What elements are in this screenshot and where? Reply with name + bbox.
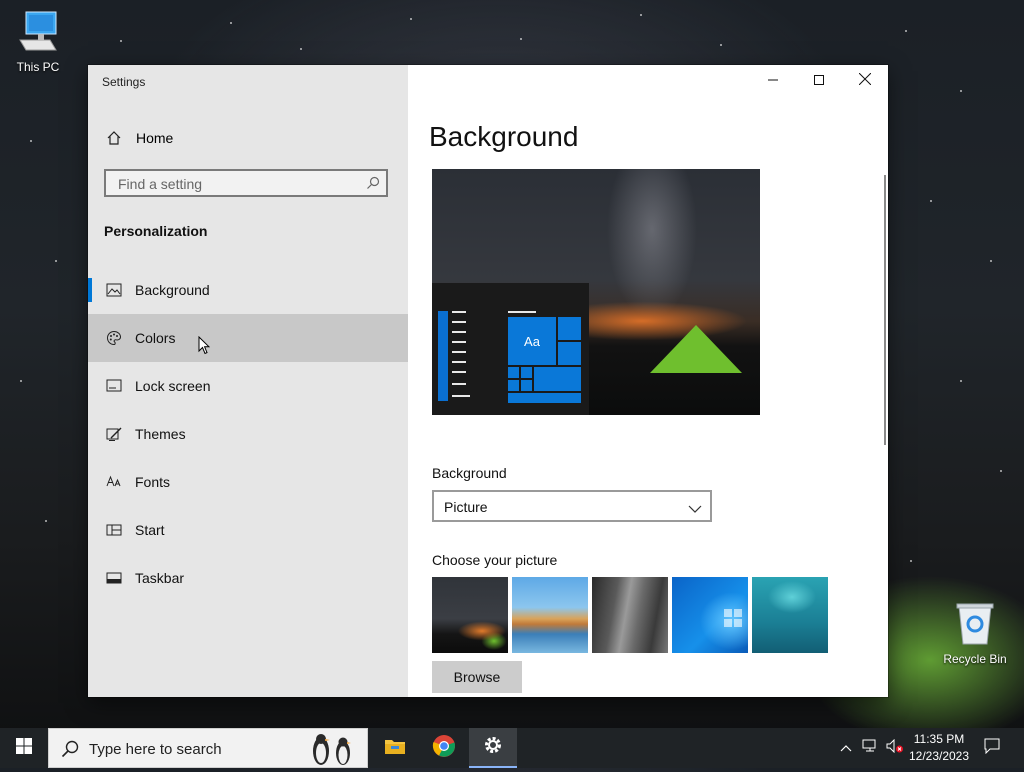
start-button[interactable]	[0, 728, 48, 768]
taskbar-search-placeholder: Type here to search	[89, 741, 222, 758]
sidebar-item-label: Colors	[135, 330, 176, 346]
penguins-illustration-icon	[299, 731, 363, 772]
sidebar-item-start[interactable]: Start	[88, 506, 408, 554]
brush-icon	[104, 426, 124, 442]
start-icon	[104, 524, 124, 536]
preview-start-menu: Aa	[432, 283, 589, 415]
settings-window: Settings Home Personalization Background	[88, 65, 888, 697]
browse-button[interactable]: Browse	[432, 661, 522, 693]
network-status[interactable]	[860, 728, 882, 768]
choose-picture-label: Choose your picture	[432, 552, 558, 568]
settings-gear-icon	[483, 735, 503, 760]
windows-logo-icon	[724, 609, 742, 632]
volume-muted-icon	[886, 738, 904, 758]
sidebar-item-label: Fonts	[135, 474, 171, 490]
preview-tile: Aa	[508, 317, 556, 365]
sidebar-item-background[interactable]: Background	[88, 266, 408, 314]
file-explorer-icon	[384, 737, 406, 760]
picture-thumbnail-beach[interactable]	[512, 577, 588, 653]
taskbar-settings[interactable]	[469, 728, 517, 768]
selection-indicator	[88, 278, 92, 302]
clock-time: 11:35 PM	[913, 732, 965, 746]
volume-status[interactable]	[884, 728, 906, 768]
picture-thumbnail-windows[interactable]	[672, 577, 748, 653]
clock-date: 12/23/2023	[908, 749, 970, 763]
sidebar-item-label: Start	[135, 522, 165, 538]
taskbar: Type here to search 11:35 PM 12/23/2023	[0, 728, 1024, 768]
sidebar-item-colors[interactable]: Colors	[88, 314, 408, 362]
content-pane: Background Aa Background Picture Choose …	[408, 65, 888, 697]
section-title: Personalization	[104, 223, 208, 239]
picture-thumbnail-underwater[interactable]	[752, 577, 828, 653]
picture-thumbnail-rock[interactable]	[592, 577, 668, 653]
desktop-icon-this-pc[interactable]: This PC	[0, 10, 76, 74]
sidebar-item-label: Background	[135, 282, 210, 298]
background-type-dropdown[interactable]: Picture	[432, 490, 712, 522]
preview-tent	[650, 325, 742, 373]
windows-logo-icon	[16, 737, 32, 759]
taskbar-icon	[104, 572, 124, 584]
palette-icon	[104, 330, 124, 346]
sidebar-item-label: Taskbar	[135, 570, 185, 586]
sidebar-item-themes[interactable]: Themes	[88, 410, 408, 458]
background-type-label: Background	[432, 465, 507, 481]
search-icon	[366, 176, 380, 195]
desktop-icon-recycle-bin[interactable]: Recycle Bin	[937, 602, 1013, 666]
home-label: Home	[136, 130, 174, 146]
sidebar-item-fonts[interactable]: Fonts	[88, 458, 408, 506]
desktop-icon-label: This PC	[16, 60, 60, 74]
lock-screen-icon	[104, 379, 124, 393]
picture-icon	[104, 283, 124, 297]
window-title: Settings	[102, 75, 146, 89]
font-icon	[104, 475, 124, 489]
chrome-icon	[432, 734, 456, 763]
find-setting-input[interactable]	[116, 174, 360, 194]
page-title: Background	[429, 121, 579, 152]
taskbar-file-explorer[interactable]	[371, 728, 419, 768]
dropdown-value: Picture	[444, 499, 488, 515]
recycle-bin-icon	[937, 602, 1013, 649]
sidebar-item-lock-screen[interactable]: Lock screen	[88, 362, 408, 410]
taskbar-search-box[interactable]: Type here to search	[48, 728, 368, 768]
home-link[interactable]: Home	[88, 123, 408, 153]
computer-icon	[0, 10, 76, 57]
sidebar-item-label: Lock screen	[135, 378, 211, 394]
chevron-down-icon	[688, 501, 702, 519]
sidebar-item-taskbar[interactable]: Taskbar	[88, 554, 408, 602]
picture-thumbnail-night-sky[interactable]	[432, 577, 508, 653]
system-clock[interactable]: 11:35 PM 12/23/2023	[906, 731, 972, 765]
notification-icon	[984, 738, 1000, 759]
search-icon	[61, 740, 79, 763]
sidebar-item-label: Themes	[135, 426, 186, 442]
action-center-button[interactable]	[978, 728, 1006, 768]
show-hidden-icons-button[interactable]	[836, 728, 856, 768]
desktop-icon-label: Recycle Bin	[943, 652, 1007, 666]
find-setting-box[interactable]	[104, 169, 388, 197]
background-preview: Aa	[432, 169, 760, 415]
mouse-cursor-icon	[198, 335, 211, 360]
sidebar: Settings Home Personalization Background	[88, 65, 408, 697]
network-icon	[862, 739, 880, 758]
taskbar-chrome[interactable]	[420, 728, 468, 768]
chevron-up-icon	[840, 739, 852, 757]
scrollbar[interactable]	[884, 175, 886, 445]
home-icon	[104, 130, 124, 146]
